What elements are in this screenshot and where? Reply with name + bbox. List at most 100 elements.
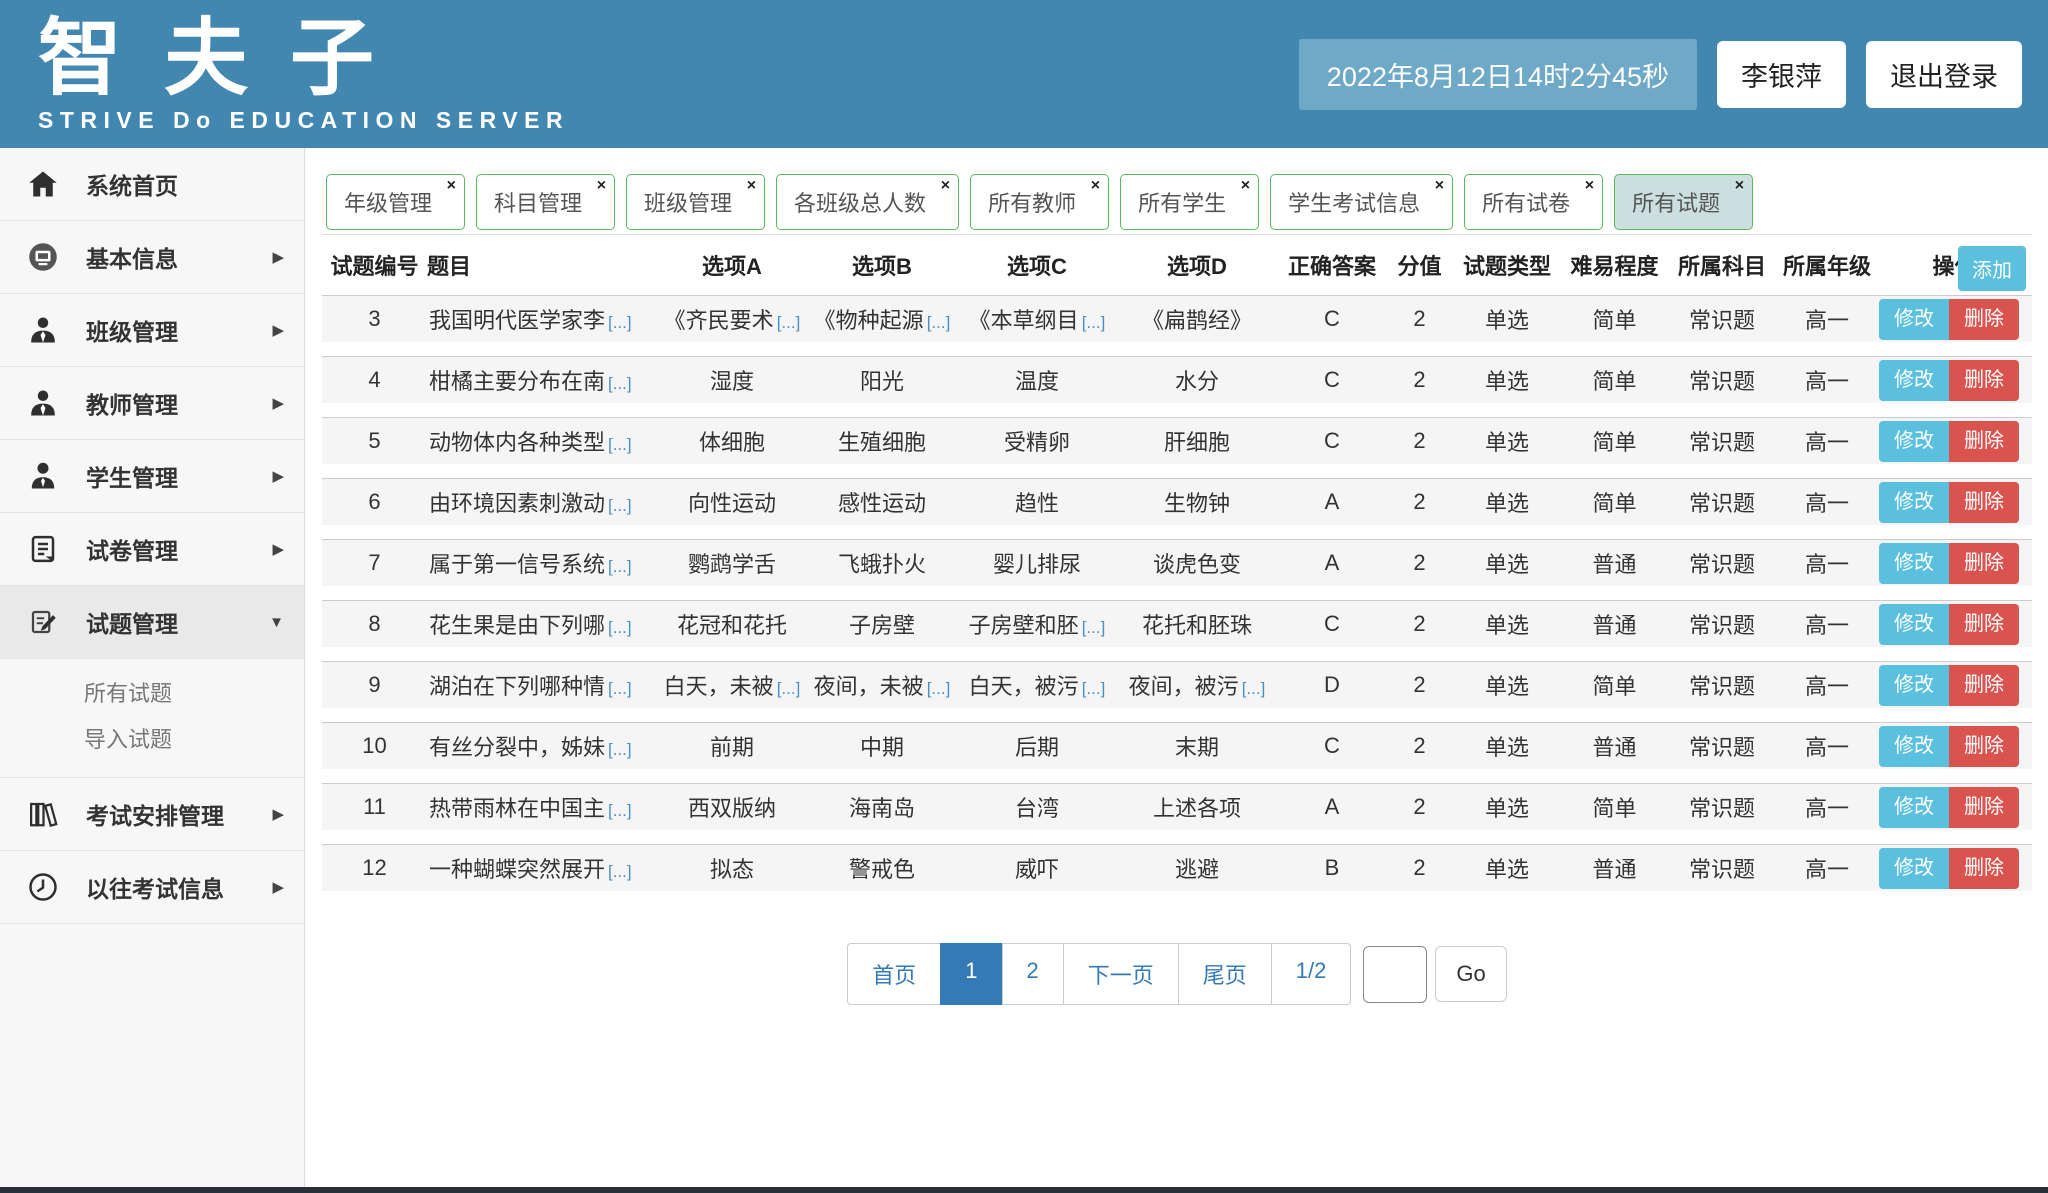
expand-ellipsis-link[interactable]: [...] — [608, 862, 632, 881]
expand-ellipsis-link[interactable]: [...] — [1082, 679, 1106, 698]
pagination-group: 首页 1 2 下一页 尾页 1/2 — [847, 943, 1351, 1005]
tab-3[interactable]: 班级管理× — [626, 174, 765, 230]
expand-ellipsis-link[interactable]: [...] — [777, 313, 801, 332]
app-logo: 智夫子 STRIVE Do EDUCATION SERVER — [38, 14, 569, 133]
tab-4[interactable]: 各班级总人数× — [776, 174, 959, 230]
cell-option-c: 受精卵 — [957, 425, 1117, 457]
table-row: 7属于第一信号系统[...]鹦鹉学舌飞蛾扑火婴儿排尿谈虎色变A2单选普通常识题高… — [322, 539, 2032, 586]
cell-question-id: 11 — [322, 794, 427, 820]
expand-ellipsis-link[interactable]: [...] — [777, 679, 801, 698]
cell-difficulty-text: 普通 — [1592, 613, 1636, 638]
cell-option-d-text: 夜间，被污 — [1129, 674, 1239, 699]
close-icon[interactable]: × — [1091, 178, 1100, 194]
edit-button[interactable]: 修改 — [1879, 421, 1949, 462]
sidebar-submenu: 所有试题导入试题 — [0, 659, 304, 778]
sidebar-item-3[interactable]: 班级管理▶ — [0, 294, 304, 367]
logout-button[interactable]: 退出登录 — [1866, 41, 2022, 108]
expand-ellipsis-link[interactable]: [...] — [608, 374, 632, 393]
delete-button[interactable]: 删除 — [1949, 726, 2019, 767]
delete-button[interactable]: 删除 — [1949, 665, 2019, 706]
cell-question-id-text: 11 — [363, 794, 386, 819]
expand-ellipsis-link[interactable]: [...] — [608, 313, 632, 332]
sidebar-item-8[interactable]: 考试安排管理▶ — [0, 778, 304, 851]
delete-button[interactable]: 删除 — [1949, 604, 2019, 645]
delete-button[interactable]: 删除 — [1949, 299, 2019, 340]
tab-9[interactable]: 所有试题× — [1614, 174, 1753, 230]
pagination-page-1[interactable]: 1 — [940, 943, 1002, 1005]
delete-button[interactable]: 删除 — [1949, 482, 2019, 523]
tab-5[interactable]: 所有教师× — [970, 174, 1109, 230]
delete-button[interactable]: 删除 — [1949, 543, 2019, 584]
tab-2[interactable]: 科目管理 × — [476, 174, 615, 230]
delete-button[interactable]: 删除 — [1949, 360, 2019, 401]
username-button[interactable]: 李银萍 — [1717, 41, 1846, 108]
edit-button[interactable]: 修改 — [1879, 299, 1949, 340]
cell-option-d-text: 《扁鹊经》 — [1142, 308, 1252, 333]
cell-title: 一种蝴蝶突然展开[...] — [427, 852, 657, 884]
column-header: 正确答案 — [1277, 249, 1387, 281]
cell-option-c-text: 趋性 — [1015, 491, 1059, 516]
expand-ellipsis-link[interactable]: [...] — [1082, 618, 1106, 637]
sidebar-item-6[interactable]: 试卷管理▶ — [0, 513, 304, 586]
edit-button[interactable]: 修改 — [1879, 360, 1949, 401]
sidebar-item-5[interactable]: 学生管理▶ — [0, 440, 304, 513]
cell-question-type: 单选 — [1452, 486, 1562, 518]
expand-ellipsis-link[interactable]: [...] — [608, 496, 632, 515]
sidebar-item-1[interactable]: 系统首页 — [0, 148, 304, 221]
sidebar-item-2[interactable]: 基本信息▶ — [0, 221, 304, 294]
expand-ellipsis-link[interactable]: [...] — [608, 618, 632, 637]
edit-button[interactable]: 修改 — [1879, 543, 1949, 584]
close-icon[interactable]: × — [447, 178, 456, 194]
cell-question-type: 单选 — [1452, 730, 1562, 762]
close-icon[interactable]: × — [1585, 178, 1594, 194]
cell-score-text: 2 — [1413, 794, 1425, 819]
cell-answer-text: B — [1325, 855, 1340, 880]
pagination-last[interactable]: 尾页 — [1178, 943, 1272, 1005]
pagination-next[interactable]: 下一页 — [1063, 943, 1179, 1005]
sidebar-item-7[interactable]: 试题管理▼ — [0, 586, 304, 659]
delete-button[interactable]: 删除 — [1949, 787, 2019, 828]
add-button[interactable]: 添加 — [1958, 246, 2026, 291]
expand-ellipsis-link[interactable]: [...] — [608, 801, 632, 820]
expand-ellipsis-link[interactable]: [...] — [608, 435, 632, 454]
cell-option-a: 前期 — [657, 730, 807, 762]
close-icon[interactable]: × — [1435, 178, 1444, 194]
delete-button[interactable]: 删除 — [1949, 421, 2019, 462]
close-icon[interactable]: × — [1241, 178, 1250, 194]
tab-7[interactable]: 学生考试信息× — [1270, 174, 1453, 230]
expand-ellipsis-link[interactable]: [...] — [927, 679, 951, 698]
cell-score: 2 — [1387, 611, 1452, 637]
cell-option-a: 拟态 — [657, 852, 807, 884]
close-icon[interactable]: × — [1735, 178, 1744, 194]
delete-button[interactable]: 删除 — [1949, 848, 2019, 889]
tab-8[interactable]: 所有试卷× — [1464, 174, 1603, 230]
pagination-first[interactable]: 首页 — [847, 943, 941, 1005]
page-number-input[interactable] — [1363, 946, 1427, 1003]
expand-ellipsis-link[interactable]: [...] — [1242, 679, 1266, 698]
sidebar-item-9[interactable]: 以往考试信息▶ — [0, 851, 304, 924]
cell-grade: 高一 — [1777, 364, 1877, 396]
expand-ellipsis-link[interactable]: [...] — [608, 557, 632, 576]
edit-button[interactable]: 修改 — [1879, 848, 1949, 889]
submenu-item-2[interactable]: 导入试题 — [0, 715, 304, 761]
expand-ellipsis-link[interactable]: [...] — [927, 313, 951, 332]
expand-ellipsis-link[interactable]: [...] — [1082, 313, 1106, 332]
tab-label: 科目管理 — [494, 191, 582, 216]
pagination-page-2[interactable]: 2 — [1002, 943, 1064, 1005]
edit-button[interactable]: 修改 — [1879, 787, 1949, 828]
tab-6[interactable]: 所有学生× — [1120, 174, 1259, 230]
close-icon[interactable]: × — [597, 178, 606, 194]
tab-1[interactable]: 年级管理× — [326, 174, 465, 230]
expand-ellipsis-link[interactable]: [...] — [608, 740, 632, 759]
close-icon[interactable]: × — [941, 178, 950, 194]
sidebar-item-4[interactable]: 教师管理▶ — [0, 367, 304, 440]
close-icon[interactable]: × — [747, 178, 756, 194]
edit-button[interactable]: 修改 — [1879, 604, 1949, 645]
edit-button[interactable]: 修改 — [1879, 482, 1949, 523]
edit-button[interactable]: 修改 — [1879, 665, 1949, 706]
go-button[interactable]: Go — [1435, 946, 1506, 1002]
submenu-item-1[interactable]: 所有试题 — [0, 669, 304, 715]
edit-button[interactable]: 修改 — [1879, 726, 1949, 767]
cell-option-c: 温度 — [957, 364, 1117, 396]
expand-ellipsis-link[interactable]: [...] — [608, 679, 632, 698]
